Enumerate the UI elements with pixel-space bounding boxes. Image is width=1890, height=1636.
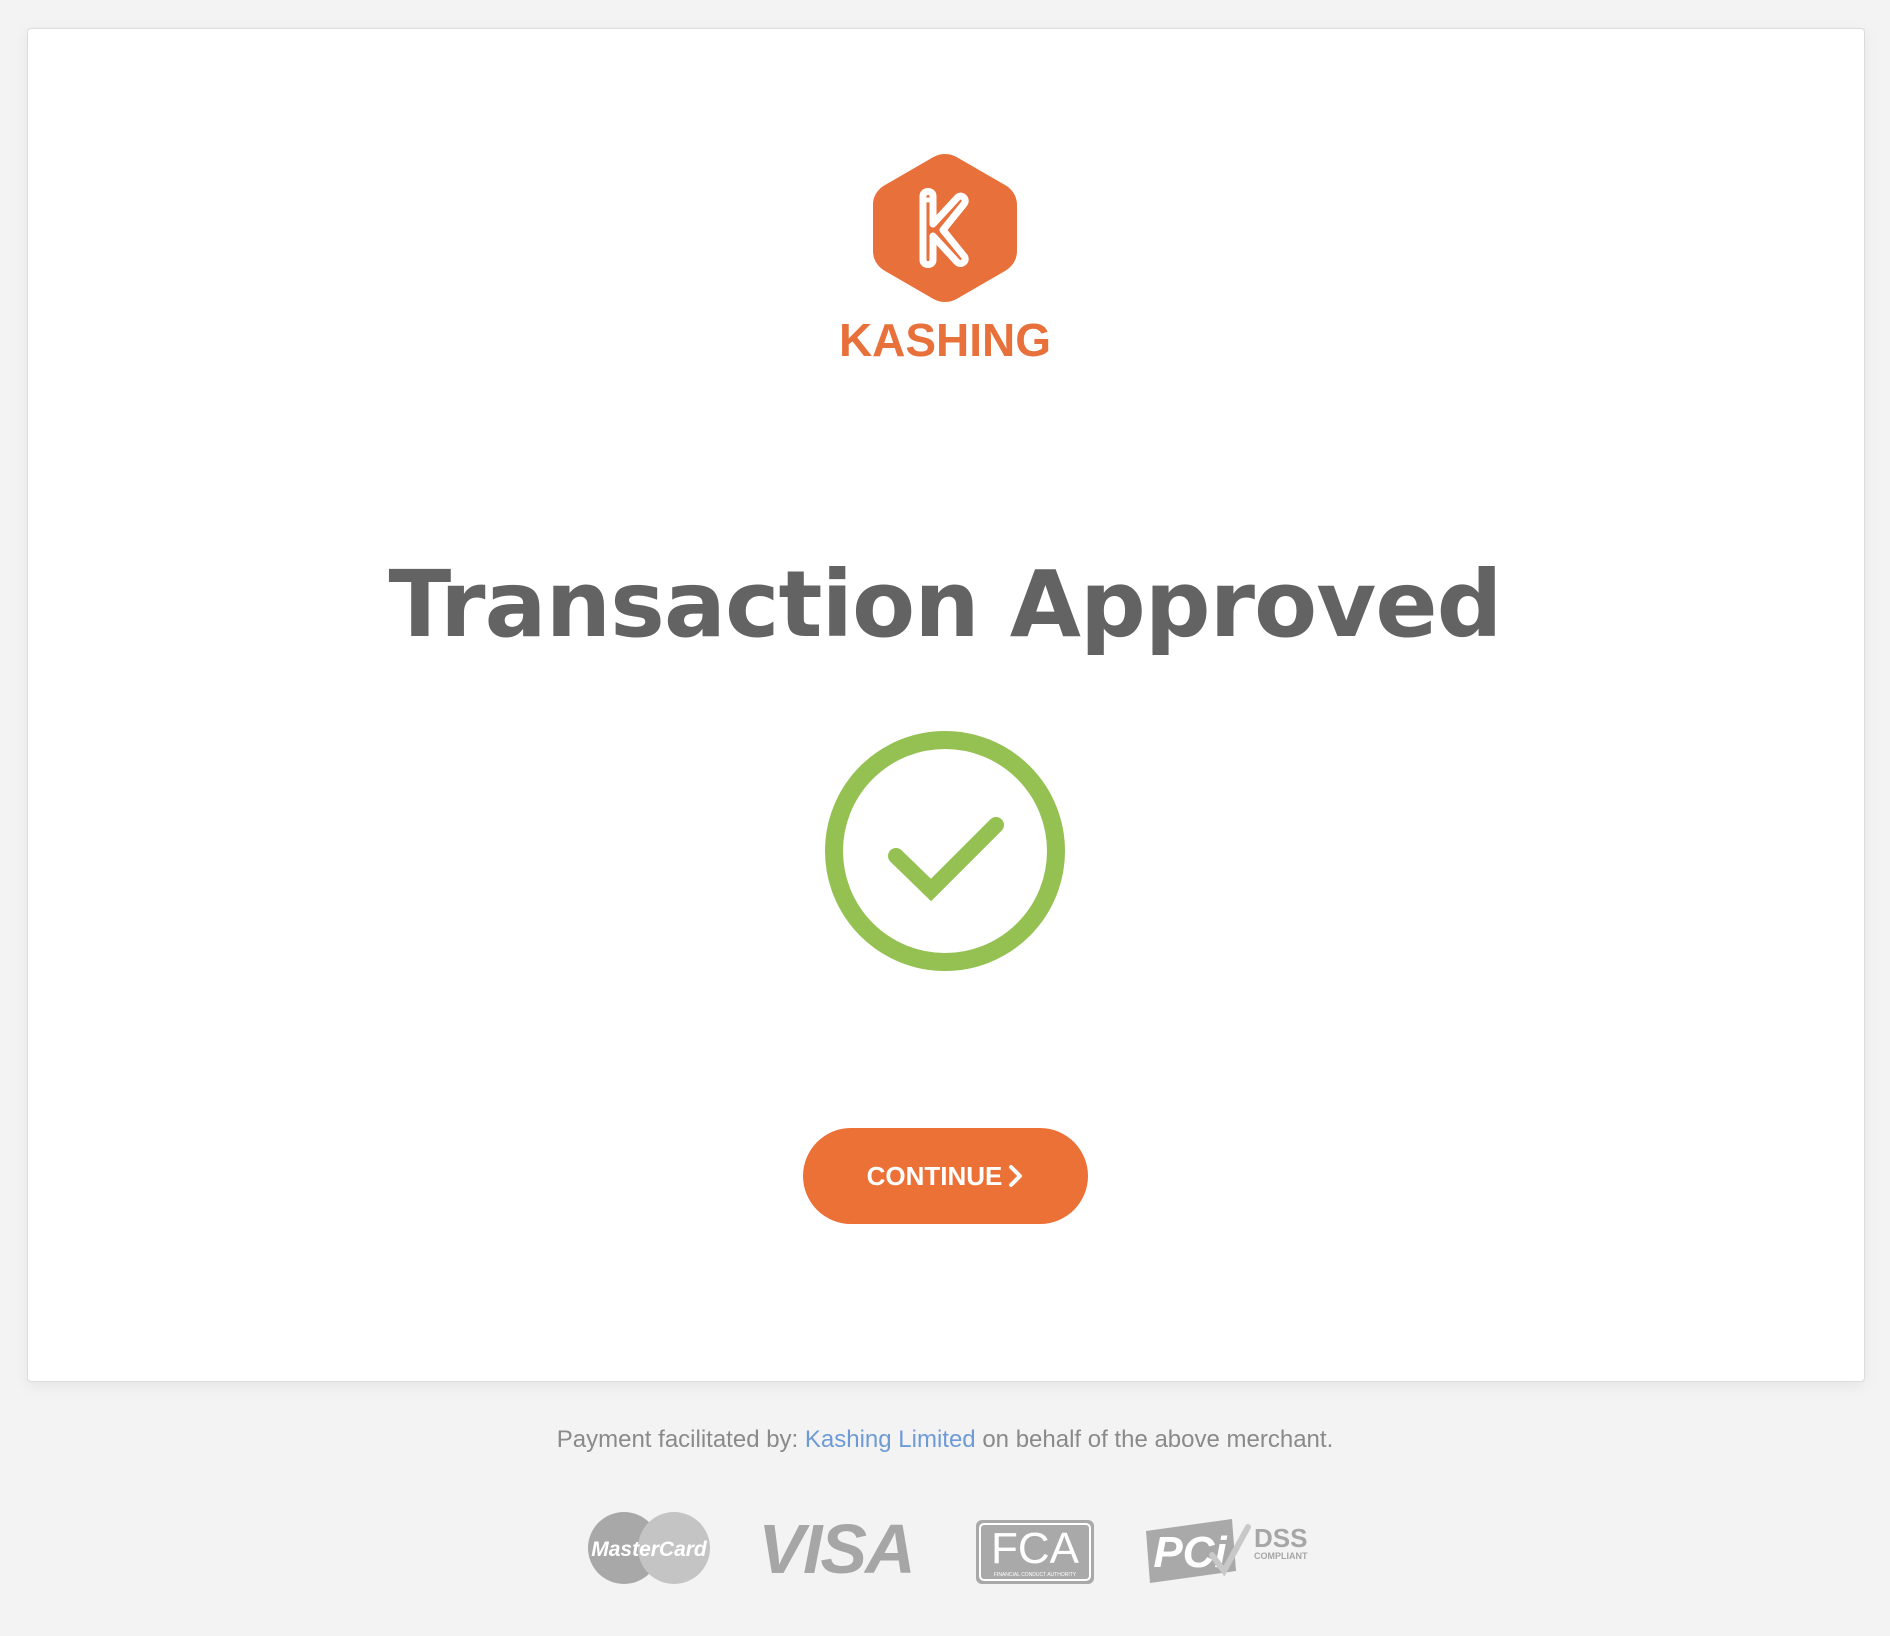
pci-compliant-label: COMPLIANT	[1254, 1551, 1308, 1561]
footer-suffix: on behalf of the above merchant.	[975, 1426, 1334, 1453]
fca-sub-label: FINANCIAL CONDUCT AUTHORITY	[994, 1572, 1077, 1578]
chevron-right-icon	[1009, 1165, 1023, 1188]
kashing-limited-link[interactable]: Kashing Limited	[805, 1426, 976, 1453]
continue-label: CONTINUE	[866, 1161, 1003, 1191]
payment-badges: MasterCard VISA FCA FINANCIAL CONDUCT AU…	[0, 1505, 1890, 1595]
brand-logo: KASHING	[0, 120, 1890, 370]
brand-name: KASHING	[838, 314, 1052, 366]
pci-dss-label: DSS	[1254, 1523, 1307, 1553]
pci-dss-badge-icon: PCi DSS COMPLIANT	[1146, 1519, 1308, 1583]
mastercard-badge-icon: MasterCard	[588, 1512, 710, 1584]
payment-facilitator-note: Payment facilitated by: Kashing Limited …	[0, 1424, 1890, 1456]
fca-badge-icon: FCA FINANCIAL CONDUCT AUTHORITY	[976, 1520, 1094, 1584]
page: KASHING Transaction Approved CONTINUE Pa…	[0, 0, 1890, 1636]
kashing-logo-icon	[873, 154, 1017, 302]
visa-badge-icon: VISA	[758, 1517, 915, 1581]
fca-label: FCA	[991, 1524, 1080, 1573]
page-title: Transaction Approved	[388, 551, 1503, 658]
visa-label: VISA	[758, 1517, 913, 1581]
footer-prefix: Payment facilitated by:	[556, 1426, 805, 1453]
pci-label: PCi	[1153, 1528, 1227, 1577]
check-circle-icon	[825, 731, 1065, 971]
continue-button[interactable]: CONTINUE	[803, 1128, 1088, 1224]
mastercard-label: MasterCard	[591, 1538, 708, 1561]
